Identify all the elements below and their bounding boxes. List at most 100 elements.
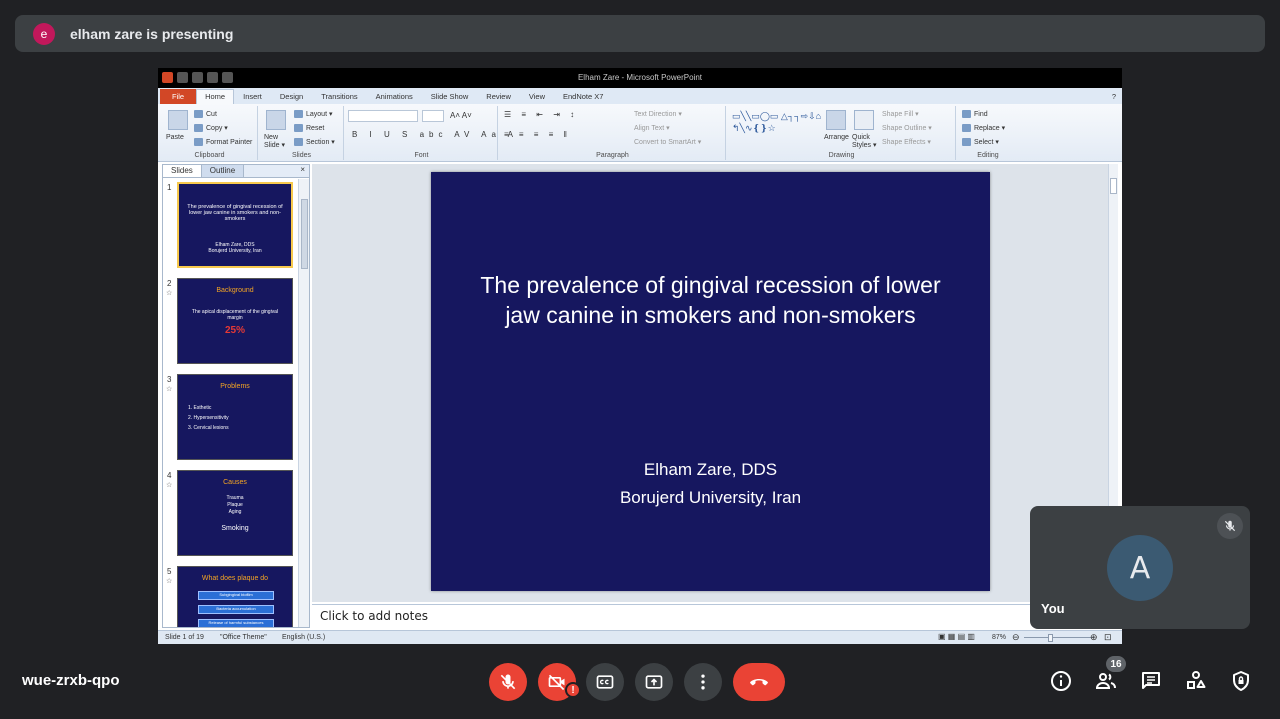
paste-icon[interactable] <box>168 110 188 130</box>
thumbnail-slide-1[interactable]: The prevalence of gingival recession of … <box>177 182 293 268</box>
thumbnail-number: 3 <box>167 375 172 384</box>
shapes-gallery[interactable]: ▭╲╲▭◯▭ △┐┐⇨⇩⌂ ↰╲∿❴❵☆ <box>732 110 822 134</box>
thumb-affiliation: Borujerd University, Iran <box>208 248 262 254</box>
format-painter-button[interactable]: Format Painter <box>194 138 252 146</box>
new-slide-button[interactable]: New Slide ▾ <box>264 134 294 150</box>
present-button[interactable] <box>635 663 673 701</box>
ppt-status-bar: Slide 1 of 19 "Office Theme" English (U.… <box>158 630 1122 644</box>
new-slide-icon[interactable] <box>266 110 286 130</box>
help-icon[interactable]: ? <box>1106 92 1122 104</box>
slide-counter: Slide 1 of 19 <box>165 634 204 641</box>
thumbnail-row-3[interactable]: 3 ☆ Problems 1. Esthetic 2. Hypersensiti… <box>163 371 299 461</box>
chat-button[interactable] <box>1136 666 1166 696</box>
thumbnail-row-2[interactable]: 2 ☆ Background The apical displacement o… <box>163 275 299 365</box>
find-button[interactable]: Find <box>962 110 988 118</box>
present-screen-icon <box>645 675 663 689</box>
tab-view[interactable]: View <box>520 92 554 104</box>
tab-review[interactable]: Review <box>477 92 520 104</box>
activities-icon <box>1187 671 1206 689</box>
self-view-tile[interactable]: A You <box>1030 506 1250 629</box>
section-button[interactable]: Section ▾ <box>294 138 335 147</box>
host-controls-button[interactable] <box>1226 666 1256 696</box>
view-buttons[interactable]: ▣ ▦ ▤ ▥ <box>938 632 975 641</box>
replace-button[interactable]: Replace ▾ <box>962 124 1005 133</box>
zoom-level[interactable]: 87% <box>992 634 1006 641</box>
layout-label: Layout ▾ <box>306 111 333 118</box>
shape-fill-button[interactable]: Shape Fill ▾ <box>882 110 919 118</box>
thumb-text: The apical displacement of the gingival … <box>191 309 279 321</box>
scrollbar-thumb[interactable] <box>301 199 308 269</box>
font-family-select[interactable] <box>348 110 418 122</box>
thumb-flow-box: Release of harmful substances <box>198 619 274 627</box>
zoom-out-icon[interactable]: ⊖ <box>1012 632 1020 643</box>
layout-icon <box>294 110 303 119</box>
align-text-button[interactable]: Align Text ▾ <box>634 124 670 132</box>
shape-effects-button[interactable]: Shape Effects ▾ <box>882 138 931 146</box>
self-name: You <box>1041 601 1065 616</box>
paste-button[interactable]: Paste <box>166 134 184 141</box>
current-slide[interactable]: The prevalence of gingival recession of … <box>431 172 990 591</box>
tab-design[interactable]: Design <box>271 92 312 104</box>
thumbnail-slide-4[interactable]: Causes Trauma Plaque Aging Smoking <box>177 470 293 556</box>
copy-button[interactable]: Copy ▾ <box>194 124 228 133</box>
meeting-details-button[interactable] <box>1046 666 1076 696</box>
fit-slide-icon[interactable]: ⊡ <box>1104 632 1112 643</box>
cut-button[interactable]: Cut <box>194 110 217 118</box>
thumbnail-row-5[interactable]: 5 ☆ What does plaque do Subgingival biof… <box>163 563 299 627</box>
quick-styles-icon[interactable] <box>854 110 874 130</box>
shape-outline-button[interactable]: Shape Outline ▾ <box>882 124 932 132</box>
reset-button[interactable]: Reset <box>294 124 324 132</box>
thumbnail-scrollbar[interactable] <box>298 179 309 627</box>
more-options-button[interactable] <box>684 663 722 701</box>
people-icon <box>1095 673 1116 689</box>
font-style-buttons[interactable]: B I U S abc AV Aa A <box>352 130 518 139</box>
slides-pane: Slides Outline × 1 The prevalence of gin… <box>162 164 310 628</box>
activities-button[interactable] <box>1181 666 1211 696</box>
text-direction-button[interactable]: Text Direction ▾ <box>634 110 682 118</box>
thumbnail-slide-5[interactable]: What does plaque do Subgingival biofilm … <box>177 566 293 627</box>
animation-star-icon: ☆ <box>166 578 173 585</box>
tab-endnote[interactable]: EndNote X7 <box>554 92 612 104</box>
align-buttons[interactable]: ≡ ≡ ≡ ≡ ‖ <box>504 130 571 139</box>
tab-insert[interactable]: Insert <box>234 92 271 104</box>
brush-icon <box>194 138 203 146</box>
font-size-select[interactable] <box>422 110 444 122</box>
scrollbar-thumb[interactable] <box>1110 178 1117 194</box>
layout-button[interactable]: Layout ▾ <box>294 110 333 119</box>
thumbnail-slide-3[interactable]: Problems 1. Esthetic 2. Hypersensitivity… <box>177 374 293 460</box>
arrange-button[interactable]: Arrange <box>824 134 849 141</box>
list-buttons[interactable]: ☰ ≡ ⇤ ⇥ ↕ <box>504 110 578 119</box>
select-button[interactable]: Select ▾ <box>962 138 999 147</box>
thumbnail-row-1[interactable]: 1 The prevalence of gingival recession o… <box>163 179 299 269</box>
tab-transitions[interactable]: Transitions <box>312 92 366 104</box>
tab-home[interactable]: Home <box>196 89 235 104</box>
copy-label: Copy ▾ <box>206 125 228 132</box>
animation-star-icon: ☆ <box>166 386 173 393</box>
zoom-in-icon[interactable]: ⊕ <box>1090 632 1098 643</box>
captions-button[interactable] <box>586 663 624 701</box>
tab-slides[interactable]: Slides <box>163 165 202 177</box>
thumb-extra: Smoking <box>221 525 249 532</box>
ppt-title-bar: Elham Zare - Microsoft PowerPoint <box>158 68 1122 88</box>
tab-outline[interactable]: Outline <box>201 165 245 177</box>
close-pane-icon[interactable]: × <box>296 165 309 177</box>
thumb-item: 1. Esthetic <box>188 405 212 411</box>
tab-file[interactable]: File <box>160 89 197 104</box>
shared-screen: Elham Zare - Microsoft PowerPoint File H… <box>158 68 1122 644</box>
convert-smartart-button[interactable]: Convert to SmartArt ▾ <box>634 138 701 146</box>
font-size-grow-icon[interactable]: A˄ A˅ <box>450 111 472 120</box>
leave-call-button[interactable] <box>733 663 785 701</box>
thumbnail-row-4[interactable]: 4 ☆ Causes Trauma Plaque Aging Smoking <box>163 467 299 557</box>
chat-icon <box>1142 672 1160 689</box>
thumbnail-number: 2 <box>167 279 172 288</box>
thumb-item: Trauma <box>226 495 244 501</box>
quick-styles-button[interactable]: Quick Styles ▾ <box>852 134 878 150</box>
microphone-button[interactable] <box>489 663 527 701</box>
zoom-slider-handle[interactable] <box>1048 634 1053 642</box>
tab-animations[interactable]: Animations <box>367 92 422 104</box>
zoom-slider[interactable] <box>1024 637 1094 638</box>
thumbnail-slide-2[interactable]: Background The apical displacement of th… <box>177 278 293 364</box>
tab-slide-show[interactable]: Slide Show <box>422 92 478 104</box>
arrange-icon[interactable] <box>826 110 846 130</box>
notes-field[interactable]: Click to add notes <box>312 604 1118 630</box>
